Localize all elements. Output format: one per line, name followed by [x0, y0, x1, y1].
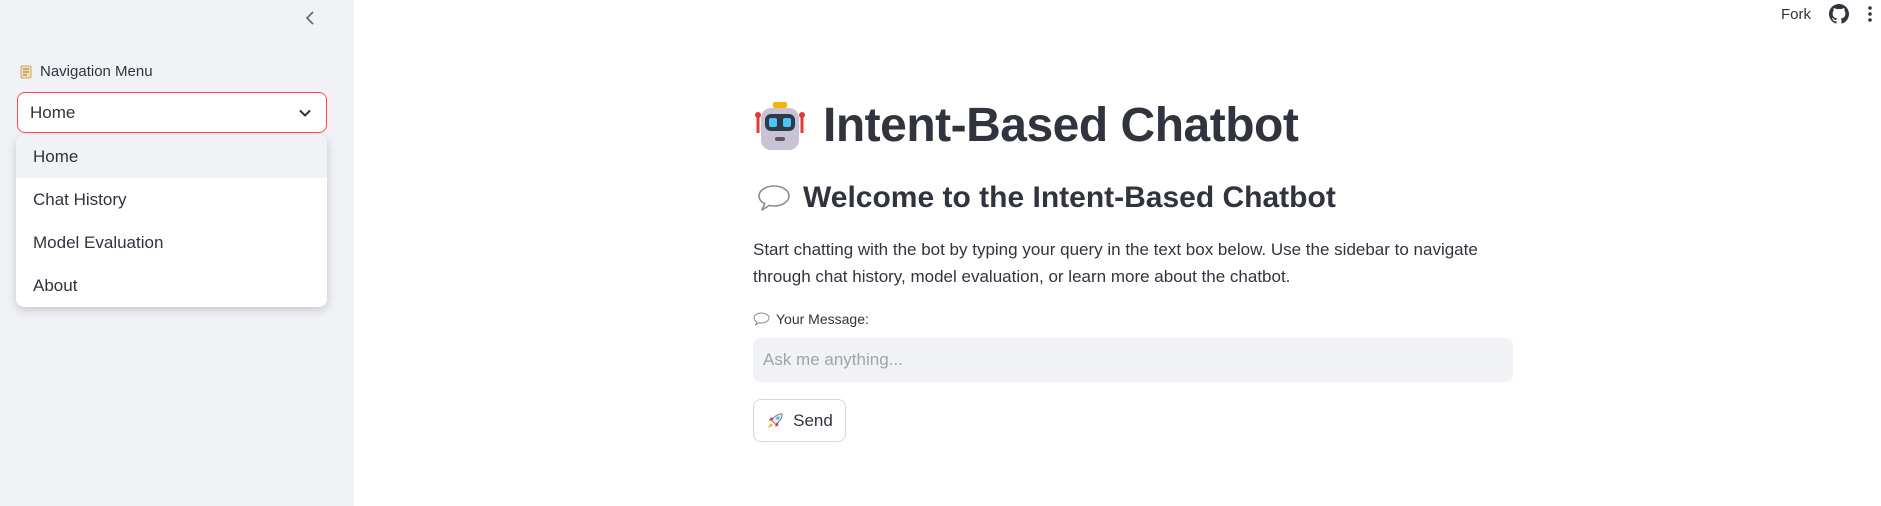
kebab-menu-icon[interactable] [1867, 5, 1873, 23]
page-subtitle: Welcome to the Intent-Based Chatbot [803, 181, 1336, 214]
navigation-dropdown: Home Chat History Model Evaluation About [16, 135, 327, 307]
nav-menu-label: Navigation Menu [18, 63, 153, 80]
title-row: Intent-Based Chatbot [753, 98, 1453, 153]
collapse-sidebar-button[interactable] [296, 4, 324, 32]
navigation-select[interactable]: Home [17, 92, 327, 133]
fork-button[interactable]: Fork [1781, 6, 1811, 23]
message-label: Your Message: [753, 311, 869, 327]
send-button-label: Send [793, 410, 833, 430]
speech-bubble-icon [757, 184, 791, 212]
dropdown-option-model-evaluation[interactable]: Model Evaluation [16, 221, 327, 264]
sidebar: Navigation Menu Home Home Chat History M… [0, 0, 354, 506]
description-text: Start chatting with the bot by typing yo… [753, 240, 1478, 286]
toolbar: Fork [1781, 0, 1881, 28]
message-input[interactable] [753, 338, 1513, 382]
send-button[interactable]: Send [753, 399, 846, 442]
message-label-text: Your Message: [776, 311, 869, 327]
scroll-icon [18, 64, 34, 80]
robot-icon [753, 99, 807, 153]
dropdown-option-home[interactable]: Home [16, 135, 327, 178]
dropdown-option-about[interactable]: About [16, 264, 327, 307]
github-icon[interactable] [1829, 4, 1849, 24]
speech-bubble-icon [753, 312, 770, 326]
navigation-select-value: Home [30, 102, 76, 122]
nav-menu-label-text: Navigation Menu [40, 63, 153, 80]
dropdown-option-chat-history[interactable]: Chat History [16, 178, 327, 221]
chevron-down-icon [296, 104, 314, 122]
page-title: Intent-Based Chatbot [823, 99, 1299, 152]
subtitle-row: Welcome to the Intent-Based Chatbot [757, 181, 1477, 215]
rocket-icon [766, 411, 785, 430]
chevron-left-icon [306, 11, 314, 25]
